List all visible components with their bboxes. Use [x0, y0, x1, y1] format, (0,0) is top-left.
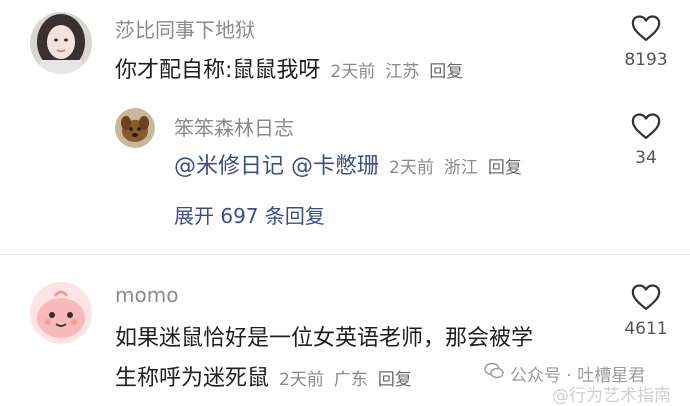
like-button[interactable]: 8193 — [616, 14, 676, 70]
comment-text: 生称呼为迷死鼠 2天前 广东 回复 — [115, 360, 412, 392]
watermark-weibo: @行为艺术指南 — [552, 386, 671, 406]
avatar[interactable] — [30, 282, 92, 344]
reply-button[interactable]: 回复 — [378, 370, 412, 390]
pink-cartoon-icon — [30, 282, 92, 344]
comment-username[interactable]: momo — [115, 283, 178, 307]
comment-location: 广东 — [333, 370, 368, 390]
avatar[interactable] — [30, 12, 92, 74]
reply-button[interactable]: 回复 — [488, 158, 522, 178]
comment-time: 2天前 — [279, 370, 324, 390]
reply-text: @米修日记 @卡憋珊 2天前 浙江 回复 — [174, 148, 522, 180]
wechat-icon — [484, 362, 504, 380]
comment-time: 2天前 — [330, 62, 376, 82]
mention-link[interactable]: @米修日记 — [174, 154, 284, 179]
mention-link[interactable]: @卡憋珊 — [291, 154, 379, 179]
heart-icon — [631, 284, 661, 310]
like-count: 8193 — [624, 50, 668, 70]
heart-icon — [631, 113, 661, 139]
expand-replies-link[interactable]: 展开 697 条回复 — [174, 200, 325, 229]
comment-username[interactable]: 莎比同事下地狱 — [115, 14, 255, 43]
like-button[interactable]: 34 — [616, 112, 676, 168]
heart-icon — [631, 15, 661, 41]
comment-body: 你才配自称:鼠鼠我呀 — [115, 58, 321, 83]
comment-body-line: 如果迷鼠恰好是一位女英语老师，那会被学 — [115, 326, 534, 351]
comment-text: 你才配自称:鼠鼠我呀 2天前 江苏 回复 — [115, 52, 463, 84]
comment-location: 江苏 — [385, 62, 420, 82]
reply-username[interactable]: 笨笨森林日志 — [174, 112, 294, 141]
comment-body-line: 生称呼为迷死鼠 — [115, 366, 270, 391]
girl-portrait-icon — [30, 12, 92, 74]
like-count: 34 — [635, 148, 657, 168]
divider — [0, 254, 690, 255]
like-button[interactable]: 4611 — [616, 283, 676, 339]
reply-location: 浙江 — [443, 158, 478, 178]
puppy-icon — [115, 108, 155, 148]
reply-avatar[interactable] — [115, 108, 155, 148]
reply-time: 2天前 — [389, 158, 434, 178]
like-count: 4611 — [624, 319, 668, 339]
reply-button[interactable]: 回复 — [429, 62, 463, 82]
